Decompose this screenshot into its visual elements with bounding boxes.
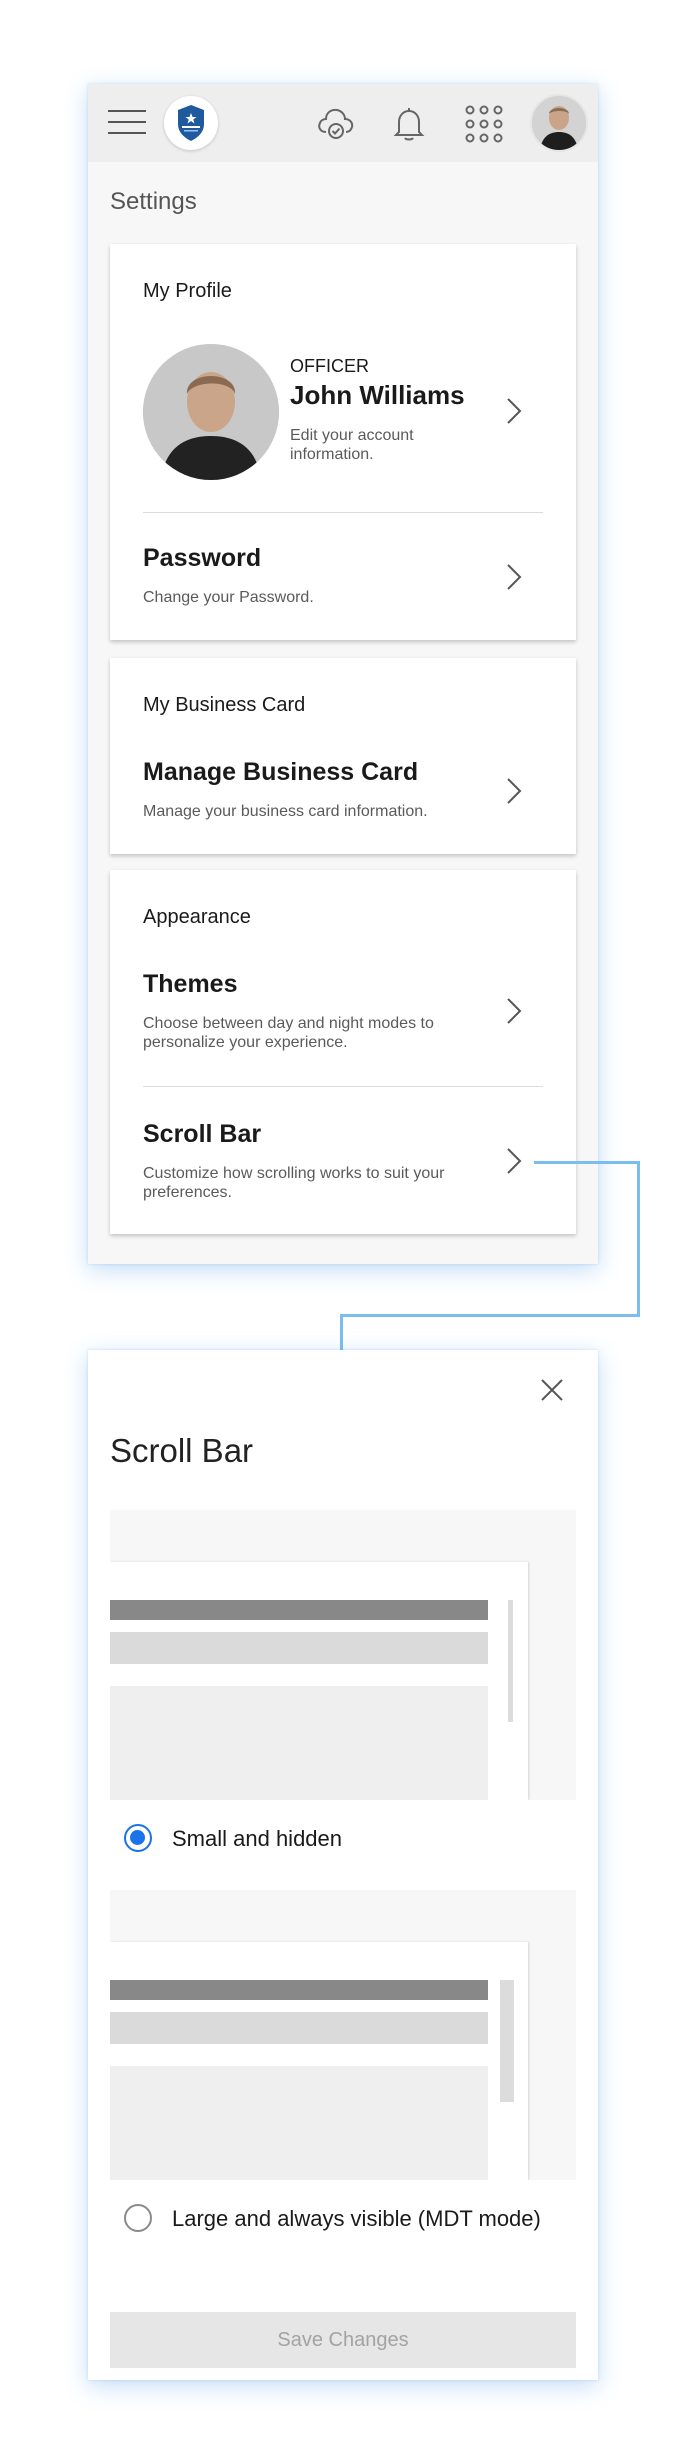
section-title-appearance: Appearance <box>143 906 251 928</box>
preview-row <box>110 2012 488 2044</box>
chevron-right-icon[interactable] <box>504 776 524 806</box>
small-scrollbar-preview <box>110 1510 576 1800</box>
preview-content-block <box>110 2066 488 2180</box>
settings-screen: Settings My Profile OFFICER John William… <box>88 84 598 1264</box>
police-badge-logo <box>164 96 218 150</box>
save-changes-button[interactable]: Save Changes <box>110 2312 576 2368</box>
business-card-card: My Business Card Manage Business Card Ma… <box>110 658 576 854</box>
flow-connector <box>534 1161 640 1164</box>
preview-header-bar <box>110 1980 488 2000</box>
cloud-check-icon[interactable] <box>316 104 356 147</box>
scrollbar-title[interactable]: Scroll Bar <box>143 1120 261 1149</box>
preview-content-block <box>110 1686 488 1800</box>
chevron-right-icon[interactable] <box>504 996 524 1026</box>
profile-photo <box>143 344 279 480</box>
preview-row <box>110 1632 488 1664</box>
preview-panel <box>110 1562 528 1800</box>
section-title-business-card: My Business Card <box>143 694 306 716</box>
preview-header-bar <box>110 1600 488 1620</box>
profile-card: My Profile OFFICER John Williams Edit yo… <box>110 244 576 640</box>
manage-business-card-description: Manage your business card information. <box>143 803 428 820</box>
top-app-bar <box>88 84 598 162</box>
themes-description: Choose between day and night modes to pe… <box>143 1015 434 1051</box>
large-scrollbar-preview <box>110 1890 576 2180</box>
preview-panel <box>110 1942 528 2180</box>
chevron-right-icon[interactable] <box>504 562 524 592</box>
apps-grid-icon[interactable] <box>464 104 504 149</box>
password-description: Change your Password. <box>143 589 314 606</box>
appearance-card: Appearance Themes Choose between day and… <box>110 870 576 1234</box>
chevron-right-icon[interactable] <box>504 1146 524 1176</box>
divider <box>143 512 543 513</box>
section-title-my-profile: My Profile <box>143 280 232 302</box>
page-title: Settings <box>110 188 197 215</box>
sheet-title: Scroll Bar <box>110 1432 254 1469</box>
scrollbar-description: Customize how scrolling works to suit yo… <box>143 1165 445 1201</box>
preview-scrollbar-large <box>500 1980 514 2102</box>
radio-label-large-visible[interactable]: Large and always visible (MDT mode) <box>172 2206 541 2232</box>
preview-scrollbar-small <box>508 1600 513 1722</box>
radio-small-hidden[interactable] <box>124 1824 152 1852</box>
close-icon[interactable] <box>538 1376 566 1404</box>
hamburger-icon[interactable] <box>108 110 146 136</box>
chevron-right-icon[interactable] <box>504 396 524 426</box>
radio-label-small-hidden[interactable]: Small and hidden <box>172 1826 342 1852</box>
flow-connector <box>340 1314 343 1350</box>
themes-title[interactable]: Themes <box>143 970 237 999</box>
flow-connector <box>637 1161 640 1317</box>
password-title[interactable]: Password <box>143 544 261 573</box>
officer-name: John Williams <box>290 380 465 410</box>
radio-large-visible[interactable] <box>124 2204 152 2232</box>
profile-description: Edit your account information. <box>290 427 414 463</box>
manage-business-card-title[interactable]: Manage Business Card <box>143 758 418 787</box>
officer-rank: OFFICER <box>290 356 369 376</box>
user-avatar[interactable] <box>530 94 588 152</box>
flow-connector <box>340 1314 640 1317</box>
scrollbar-settings-sheet: Scroll Bar Small and hidden Large and al… <box>88 1350 598 2380</box>
bell-icon[interactable] <box>392 104 426 147</box>
divider <box>143 1086 543 1087</box>
